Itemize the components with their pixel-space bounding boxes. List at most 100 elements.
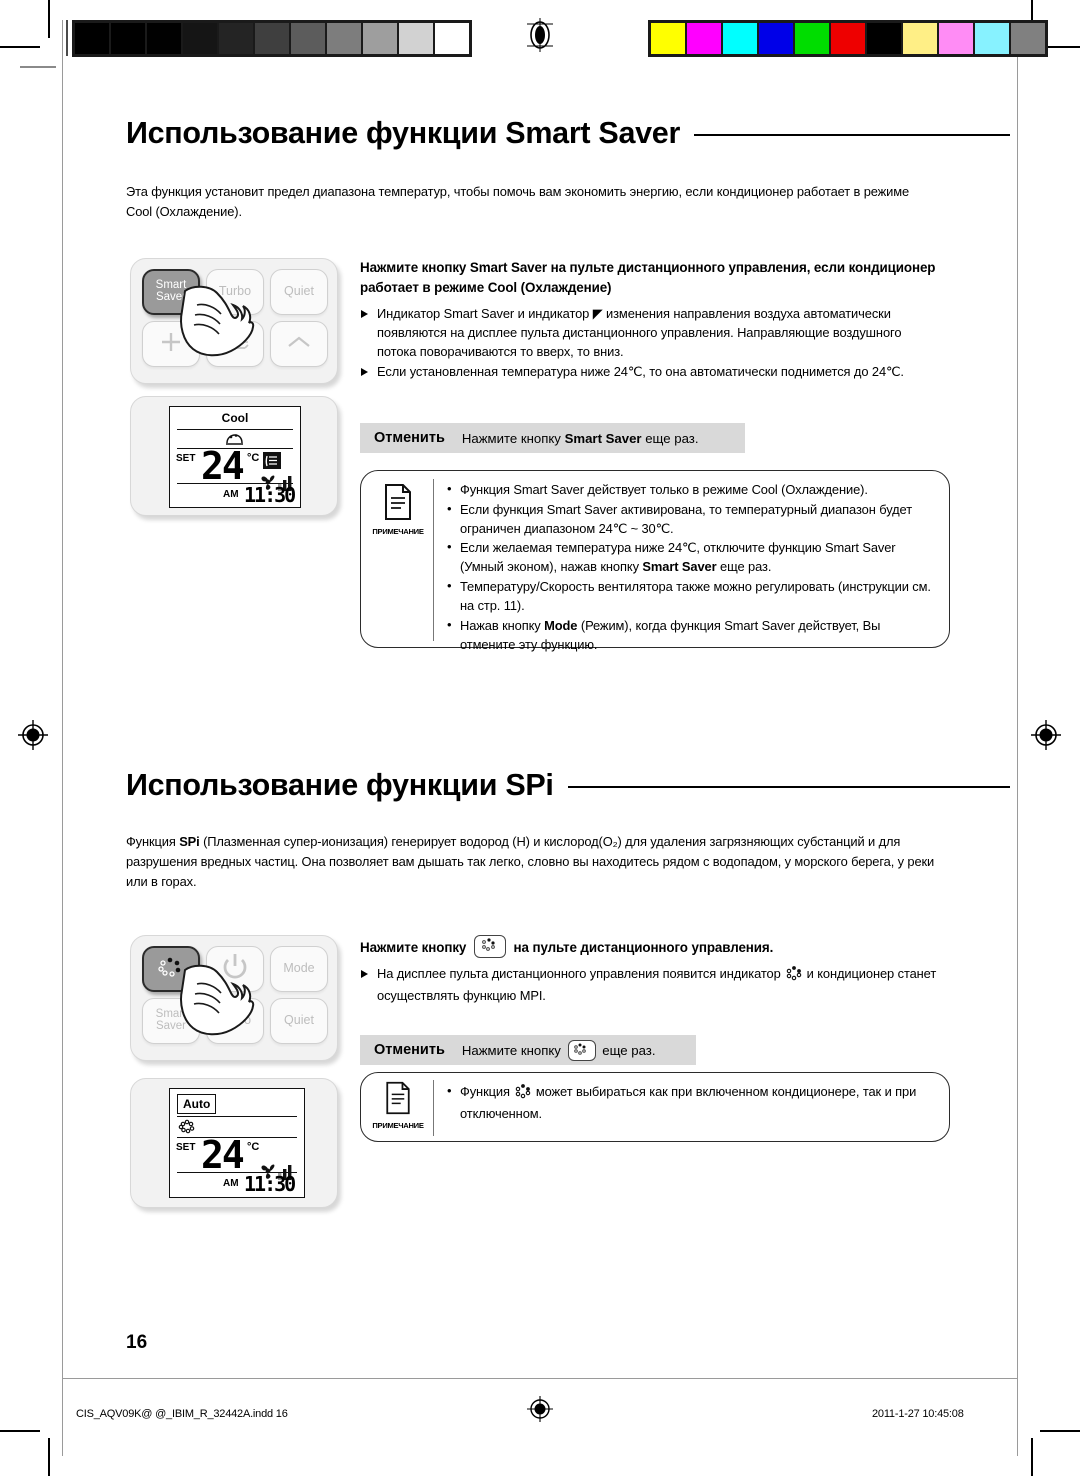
cancel-bar-spi: Отменить Нажмите кнопку еще раз. [360,1035,696,1065]
remote-button-smart-saver[interactable]: Smart Saver [142,269,200,315]
plain-text: Нажмите кнопку [461,430,565,446]
grayscale-swatch [291,23,327,54]
remote-button-plus[interactable] [142,321,200,367]
grayscale-swatch [255,23,291,54]
cancel-label: Отменить [374,430,445,446]
remote-button-smart-saver[interactable]: Smart Saver [142,998,200,1044]
instruction-title-post: на пульте дистанционного управления. [513,940,774,955]
grayscale-calibration-bar [72,20,472,57]
section-heading-smart-saver: Использование функции Smart Saver [126,118,1010,149]
color-swatch [759,23,795,54]
remote-illustration-smart-saver: Smart Saver Turbo Quiet [130,258,340,386]
note-list: Функция может выбираться как при включен… [445,1082,937,1125]
footer-timestamp: 2011-1-27 10:45:08 [872,1408,964,1420]
plain-text: Температуру/Скорость вентилятора также м… [460,579,931,613]
instruction-title: Нажмите кнопку Smart Saver на пульте дис… [360,258,942,298]
registration-mark-left [16,718,50,752]
emphasis-text: SPi [179,834,200,849]
heading-rule [694,133,1010,136]
document-note-icon [383,1081,413,1119]
lcd-meridiem: AM [223,489,239,500]
airflow-icon [219,329,251,358]
section-heading-spi: Использование функции SPi [126,770,1010,801]
color-swatch [687,23,723,54]
instruction-title: Нажмите кнопку на пульте дистанционного … [360,935,950,958]
grayscale-swatch [327,23,363,54]
note-icon-caption: ПРИМЕЧАНИЕ [372,1121,424,1130]
note-box-smart-saver: ПРИМЕЧАНИЕ Функция Smart Saver действует… [360,470,950,652]
remote-button-label: Smart Saver [155,1008,187,1032]
color-swatch [1011,23,1045,54]
cancel-bar-smart-saver: Отменить Нажмите кнопку Smart Saver еще … [360,423,745,453]
lcd-temperature: 24 [201,1133,245,1177]
plain-text: Нажав кнопку [460,617,545,633]
instruction-bullet: На дисплее пульта дистанционного управле… [360,965,950,1005]
remote-illustration-spi: Mode Smart Saver Turbo Quiet [130,935,340,1063]
emphasis-text: Mode [544,617,578,633]
note-item: Функция Smart Saver действует только в р… [445,480,937,500]
instruction-bullet-list: Индикатор Smart Saver и индикатор ◤ изме… [360,305,942,382]
color-swatch [867,23,903,54]
emphasis-text: Smart Saver [564,430,642,446]
remote-button-label: Smart Saver [155,279,187,303]
remote-button-quiet[interactable]: Quiet [270,998,328,1044]
lcd-set-label: SET [176,453,196,464]
remote-button-mode[interactable]: Mode [270,946,328,992]
color-swatch [723,23,759,54]
color-swatch [975,23,1011,54]
instruction-bullet-list: На дисплее пульта дистанционного управле… [360,965,950,1005]
grayscale-swatch [435,23,469,54]
remote-button-label: Mode [283,961,315,976]
color-swatch [939,23,975,54]
remote-button-up[interactable] [270,321,328,367]
lcd-mode-label: Cool [221,411,249,425]
grayscale-swatch [219,23,255,54]
intro-paragraph-spi: Функция SPi (Плазменная супер-ионизация)… [126,832,938,892]
cancel-text-post: еще раз. [602,1042,656,1058]
plain-text: Функция [126,834,180,849]
remote-button-turbo[interactable]: Turbo [206,269,264,315]
color-swatch [831,23,867,54]
lcd-mode-label: Auto [183,1097,211,1111]
remote-display-spi: Auto SET 24 °C AM 11:30 [130,1078,338,1208]
instruction-block-smart-saver: Нажмите кнопку Smart Saver на пульте дис… [360,258,942,382]
registration-mark-right [1029,718,1063,752]
plain-text: Нажмите кнопку [360,260,470,275]
cancel-text-pre: Нажмите кнопку [461,1042,561,1058]
document-note-icon [382,484,414,525]
cancel-text: Нажмите кнопку Smart Saver еще раз. [462,431,699,446]
color-swatch [795,23,831,54]
remote-button-airflow[interactable] [206,321,264,367]
remote-button-quiet[interactable]: Quiet [270,269,328,315]
spi-button-icon [567,1039,596,1061]
heading-rule [567,785,1010,788]
registration-mark-top [523,18,557,52]
emphasis-text: Smart Saver [469,260,547,275]
note-icon-group: ПРИМЕЧАНИЕ [367,483,429,536]
remote-button-turbo[interactable]: Turbo [206,998,264,1044]
lcd-airflow-direction-icon [263,452,281,474]
remote-button-power[interactable] [206,946,264,992]
remote-button-label: Quiet [284,1013,314,1028]
power-icon [220,952,250,985]
instruction-title-pre: Нажмите кнопку [360,940,467,955]
plain-text: Использование функции [126,768,506,802]
lcd-set-label: SET [176,1142,196,1153]
spi-button-icon [473,935,506,958]
instruction-bullet: Если установленная температура ниже 24℃,… [360,363,942,382]
page-number: 16 [126,1332,148,1353]
note-item: Если желаемая температура ниже 24℃, откл… [445,538,937,577]
grayscale-swatch [75,23,111,54]
remote-button-label: Turbo [218,1013,252,1028]
note-text-pre: Функция [460,1084,510,1099]
plain-text: еще раз. [716,559,772,575]
page-title-smart-saver: Использование функции Smart Saver [126,116,681,150]
cancel-text: Нажмите кнопку еще раз. [461,1039,656,1061]
chevron-up-icon [285,332,313,355]
remote-button-spi[interactable] [142,946,200,992]
lcd-temperature: 24 [201,444,245,488]
note-item: Температуру/Скорость вентилятора также м… [445,577,937,616]
lcd-screen: Cool SET 24 °C AM 11:30 [169,406,301,508]
color-calibration-bar [648,20,1048,57]
emphasis-text: Smart Saver [642,559,717,575]
